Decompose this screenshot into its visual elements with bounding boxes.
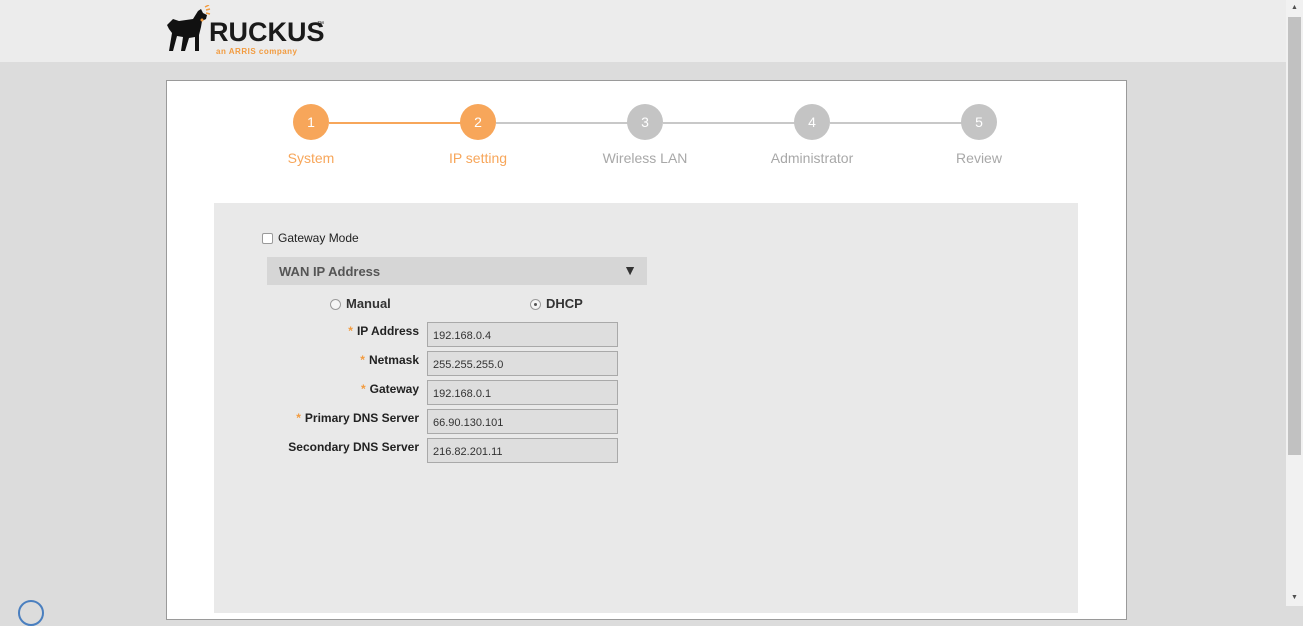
step-connector-1-2 — [329, 122, 461, 124]
step-3-label: Wireless LAN — [602, 150, 688, 166]
required-marker: * — [360, 353, 365, 367]
step-4-circle: 4 — [794, 104, 830, 140]
step-5-label: Review — [956, 150, 1002, 166]
secondary-dns-field[interactable]: 216.82.201.11 — [427, 438, 618, 463]
step-3-circle: 3 — [627, 104, 663, 140]
netmask-label: * Netmask — [360, 353, 419, 367]
manual-radio[interactable] — [330, 299, 341, 310]
step-2-label: IP setting — [448, 150, 508, 166]
gateway-mode-label: Gateway Mode — [278, 231, 359, 245]
gateway-mode-checkbox[interactable] — [262, 233, 273, 244]
netmask-field[interactable]: 255.255.255.0 — [427, 351, 618, 376]
required-marker: * — [296, 411, 301, 425]
brand-tagline: an ARRIS company — [216, 47, 298, 56]
gateway-field[interactable]: 192.168.0.1 — [427, 380, 618, 405]
step-1-circle: 1 — [293, 104, 329, 140]
step-connector-3-4 — [663, 122, 795, 124]
scroll-up-arrow-icon[interactable]: ▲ — [1291, 4, 1298, 11]
wan-section-title: WAN IP Address — [279, 264, 381, 279]
secondary-dns-label: Secondary DNS Server — [288, 440, 419, 454]
scroll-down-arrow-icon[interactable]: ▼ — [1291, 594, 1298, 601]
wan-ip-address-section-header[interactable]: WAN IP Address ▼ — [267, 257, 647, 285]
vertical-scrollbar[interactable]: ▲ ▼ — [1286, 0, 1303, 606]
ip-address-field[interactable]: 192.168.0.4 — [427, 322, 618, 347]
gateway-label: * Gateway — [360, 382, 419, 396]
step-connector-2-3 — [496, 122, 628, 124]
manual-radio-label: Manual — [346, 296, 391, 311]
trademark-mark: ™ — [317, 21, 324, 28]
help-icon[interactable] — [18, 600, 44, 626]
step-5-circle: 5 — [961, 104, 997, 140]
primary-dns-label: * Primary DNS Server — [296, 411, 419, 425]
header-bar: RUCKUS ™ an ARRIS company — [0, 0, 1286, 62]
ruckus-logo: RUCKUS ™ an ARRIS company — [165, 5, 335, 57]
step-4-label: Administrator — [770, 150, 854, 166]
dhcp-radio[interactable] — [530, 299, 541, 310]
caret-down-icon[interactable]: ▼ — [623, 262, 637, 278]
dog-logo-icon — [167, 5, 211, 51]
brand-name: RUCKUS — [209, 17, 325, 47]
required-marker: * — [360, 382, 366, 396]
step-connector-4-5 — [830, 122, 962, 124]
step-2-circle: 2 — [460, 104, 496, 140]
ip-address-label: * IP Address — [348, 324, 419, 338]
step-1-label: System — [287, 150, 335, 166]
primary-dns-field[interactable]: 66.90.130.101 — [427, 409, 618, 434]
scrollbar-thumb[interactable] — [1288, 17, 1301, 455]
dhcp-radio-label: DHCP — [546, 296, 583, 311]
required-marker: * — [348, 324, 353, 338]
